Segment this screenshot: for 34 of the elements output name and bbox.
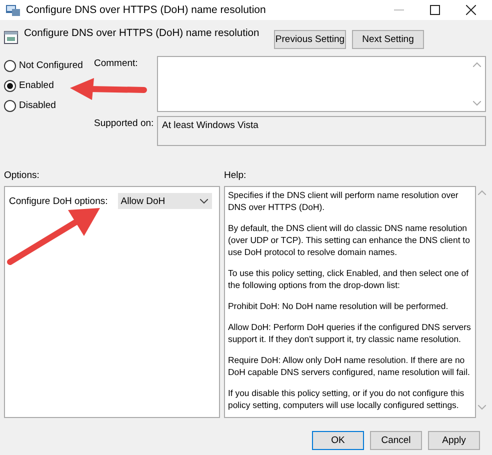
chevron-down-icon — [200, 198, 208, 204]
setting-title: Configure DNS over HTTPS (DoH) name resolution — [24, 28, 260, 40]
help-paragraph: If you disable this policy setting, or if you do not configure this policy setting, computers will use locally configured settings. — [228, 387, 466, 411]
nav-button[interactable]: Previous Setting — [274, 30, 346, 48]
supported-on-label: Supported on: — [94, 117, 155, 129]
help-label: Help: — [224, 170, 246, 180]
dialog-button[interactable]: Apply — [428, 431, 480, 450]
scroll-down-icon[interactable] — [478, 405, 486, 410]
dialog-button[interactable]: OK — [312, 431, 364, 450]
options-label: Options: — [4, 170, 40, 180]
scroll-down-icon[interactable] — [473, 101, 481, 106]
radio-option[interactable]: Enabled — [4, 79, 54, 92]
help-paragraph: Specifies if the DNS client will perform name resolution over DNS over HTTPS (DoH). — [228, 189, 460, 213]
window-title: Configure DNS over HTTPS (DoH) name resolution — [26, 4, 267, 16]
help-paragraph: By default, the DNS client will do classic DNS name resolution (over UDP or TCP). This setting can enhance the DNS client to use DoH protocol to resolve domain names. — [228, 222, 471, 258]
scroll-up-icon[interactable] — [478, 190, 486, 195]
help-paragraph: Require DoH: Allow only DoH name resolution. If there are no DoH capable DNS servers configured, name resolution will fail. — [228, 354, 471, 378]
close-icon[interactable] — [466, 5, 476, 15]
radio-option[interactable]: Not Configured — [4, 59, 83, 72]
policy-icon — [4, 30, 18, 44]
dialog-button[interactable]: Cancel — [370, 431, 422, 450]
comment-field[interactable] — [157, 56, 486, 112]
comment-label: Comment: — [94, 57, 139, 69]
supported-on-field: At least Windows Vista — [157, 116, 486, 146]
help-paragraph: To use this policy setting, click Enabled, and then select one of the following options from the drop-down list: — [228, 267, 470, 291]
scroll-up-icon[interactable] — [473, 62, 481, 67]
doh-dropdown[interactable]: Allow DoH — [118, 193, 212, 209]
dropdown-label: Configure DoH options: — [9, 196, 108, 206]
help-paragraph: Prohibit DoH: No DoH name resolution will be performed. — [228, 300, 450, 312]
nav-button[interactable]: Next Setting — [352, 30, 424, 48]
maximize-icon[interactable] — [430, 5, 440, 15]
help-paragraph: Allow DoH: Perform DoH queries if the configured DNS servers support it. If they don't support it, try classic name resolution. — [228, 321, 472, 345]
radio-option[interactable]: Disabled — [4, 99, 56, 112]
app-icon — [6, 4, 20, 16]
